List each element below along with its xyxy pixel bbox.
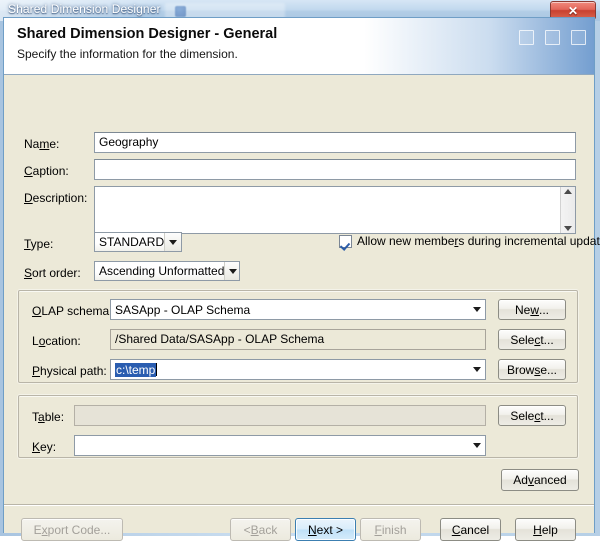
header-square-2 <box>545 30 560 45</box>
caption-input[interactable] <box>94 159 576 180</box>
description-textarea[interactable] <box>94 186 576 234</box>
finish-button: Finish <box>360 518 421 541</box>
scroll-up-icon[interactable] <box>564 189 572 194</box>
browse-button[interactable]: Brow s e... <box>498 359 566 380</box>
olap-schema-label: OLAP schema: <box>32 304 113 318</box>
caption-label: Caption: <box>24 164 69 178</box>
physical-path-combobox[interactable]: c:\temp <box>110 359 486 380</box>
header-decoration-squares <box>519 30 586 45</box>
select-schema-button[interactable]: Sele c t... <box>498 329 566 350</box>
window-title: Shared Dimension Designer <box>8 2 161 16</box>
table-label: Table: <box>32 410 65 424</box>
olap-schema-combobox[interactable]: SASApp - OLAP Schema <box>110 299 486 320</box>
close-icon: ✕ <box>567 3 579 18</box>
name-input[interactable]: Geography <box>94 132 576 153</box>
description-text[interactable] <box>95 187 560 233</box>
chevron-down-icon[interactable] <box>224 262 239 280</box>
export-code-button: Ex port Code... <box>21 518 123 541</box>
wizard-header: Shared Dimension Designer - General Spec… <box>4 18 594 75</box>
back-button: < Back <box>230 518 291 541</box>
select-table-button[interactable]: Sele c t... <box>498 405 566 426</box>
allow-new-members-checkbox[interactable]: Allow new members during incremental upd… <box>339 234 600 248</box>
header-gradient <box>364 18 594 74</box>
cancel-button[interactable]: Cancel <box>440 518 501 541</box>
header-square-3 <box>571 30 586 45</box>
physical-path-value: c:\temp <box>115 362 158 377</box>
type-label: Type: <box>24 237 54 251</box>
text-caret <box>156 362 158 376</box>
help-button[interactable]: Help <box>515 518 576 541</box>
type-value: STANDARD <box>99 235 165 249</box>
description-label: Description: <box>24 191 88 205</box>
type-combobox[interactable]: STANDARD <box>94 232 182 252</box>
location-label: Location: <box>32 334 81 348</box>
description-scrollbar[interactable] <box>560 187 575 233</box>
allow-new-members-label: Allow new members during incremental upd… <box>357 234 600 248</box>
header-square-1 <box>519 30 534 45</box>
next-button[interactable]: Next > <box>295 518 356 541</box>
table-field <box>74 405 486 426</box>
key-label: Key: <box>32 440 57 454</box>
scroll-down-icon[interactable] <box>564 226 572 231</box>
advanced-button[interactable]: Ad v anced <box>501 469 579 491</box>
dialog-body: Name: Geography Caption: Description: Ty… <box>4 75 600 541</box>
name-label: Name: <box>24 137 60 151</box>
chevron-down-icon[interactable] <box>468 360 485 379</box>
chevron-down-icon[interactable] <box>468 436 485 455</box>
page-title: Shared Dimension Designer - General <box>17 26 278 42</box>
checkbox-check-icon[interactable] <box>339 234 352 248</box>
physical-path-label: Physical path: <box>32 364 107 378</box>
key-combobox[interactable] <box>74 435 486 456</box>
sort-order-combobox[interactable]: Ascending Unformatted <box>94 261 240 281</box>
sort-order-value: Ascending Unformatted <box>99 264 225 278</box>
olap-schema-value: SASApp - OLAP Schema <box>115 302 251 317</box>
background-window-icon <box>175 6 186 17</box>
sort-order-label: Sort order: <box>24 266 81 280</box>
desktop-backdrop: Shared Dimension Designer ✕ Shared Dimen… <box>0 0 600 541</box>
page-subtitle: Specify the information for the dimensio… <box>17 47 238 61</box>
chevron-down-icon[interactable] <box>468 300 485 319</box>
location-field: /Shared Data/SASApp - OLAP Schema <box>110 329 486 350</box>
footer-separator <box>4 504 594 505</box>
new-button[interactable]: Ne w... <box>498 299 566 320</box>
chevron-down-icon[interactable] <box>164 233 181 251</box>
shared-dimension-designer-dialog: Shared Dimension Designer - General Spec… <box>3 17 600 541</box>
